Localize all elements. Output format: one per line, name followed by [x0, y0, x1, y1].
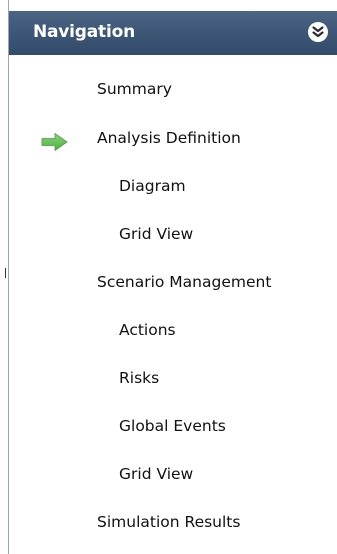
nav-item-grid-view-2[interactable]: Grid View: [119, 465, 193, 483]
edge-tick: [5, 268, 6, 278]
nav-item-diagram[interactable]: Diagram: [119, 177, 186, 195]
double-chevron-down-icon[interactable]: [308, 22, 328, 42]
nav-item-actions[interactable]: Actions: [119, 321, 176, 339]
left-edge: [0, 0, 6, 554]
nav-item-analysis-definition[interactable]: Analysis Definition: [97, 129, 241, 147]
nav-item-global-events[interactable]: Global Events: [119, 417, 226, 435]
green-arrow-right-icon: [41, 132, 68, 152]
nav-item-scenario-management[interactable]: Scenario Management: [97, 273, 271, 291]
navigation-header: Navigation: [9, 11, 337, 55]
navigation-title: Navigation: [33, 22, 135, 42]
nav-item-risks[interactable]: Risks: [119, 369, 159, 387]
nav-item-simulation-results[interactable]: Simulation Results: [97, 513, 240, 531]
nav-item-grid-view[interactable]: Grid View: [119, 225, 193, 243]
nav-item-summary[interactable]: Summary: [97, 80, 172, 98]
navigation-panel: Navigation Summary Analysis Definition D…: [8, 0, 337, 554]
